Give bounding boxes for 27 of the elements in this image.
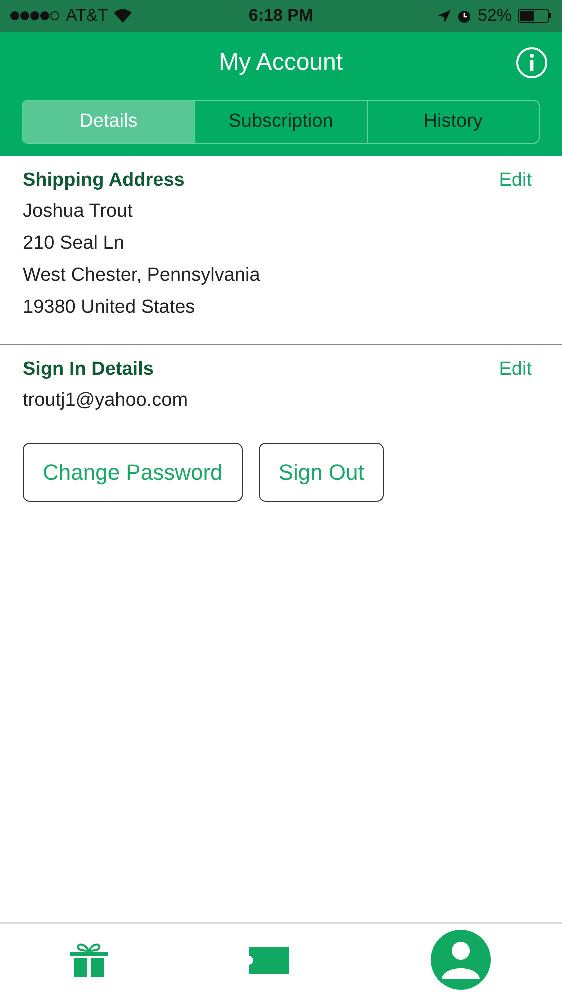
- battery-percent: 52%: [478, 6, 512, 26]
- ticket-icon[interactable]: [248, 946, 289, 974]
- segment-tab[interactable]: History: [366, 101, 539, 143]
- section-title: Shipping Address: [23, 170, 185, 192]
- detail-text: troutj1@yahoo.com: [23, 389, 190, 413]
- detail-text: 210 Seal Ln: [23, 232, 126, 256]
- gift-icon[interactable]: [70, 942, 108, 978]
- avatar[interactable]: [430, 929, 492, 991]
- account-button[interactable]: Sign Out: [258, 443, 384, 502]
- wifi-icon: [114, 9, 132, 23]
- detail-text: Joshua Trout: [23, 200, 134, 224]
- screen-title: My Account: [218, 49, 344, 77]
- edit-link[interactable]: Edit: [499, 170, 532, 192]
- edit-link[interactable]: Edit: [499, 359, 532, 381]
- carrier: AT&T: [66, 6, 108, 26]
- segment-tab[interactable]: Subscription: [194, 101, 367, 143]
- battery-icon: [518, 9, 552, 23]
- section-title: Sign In Details: [23, 359, 154, 381]
- alarm-icon: [456, 8, 472, 24]
- clock: 6:18 PM: [248, 6, 314, 26]
- location-icon: [438, 10, 451, 22]
- info-icon[interactable]: [516, 47, 548, 79]
- segment-tab[interactable]: Details: [23, 101, 194, 143]
- detail-text: 19380 United States: [23, 296, 196, 320]
- detail-text: West Chester, Pennsylvania: [23, 264, 262, 288]
- account-button[interactable]: Change Password: [23, 443, 243, 502]
- signal-icon: [10, 11, 60, 21]
